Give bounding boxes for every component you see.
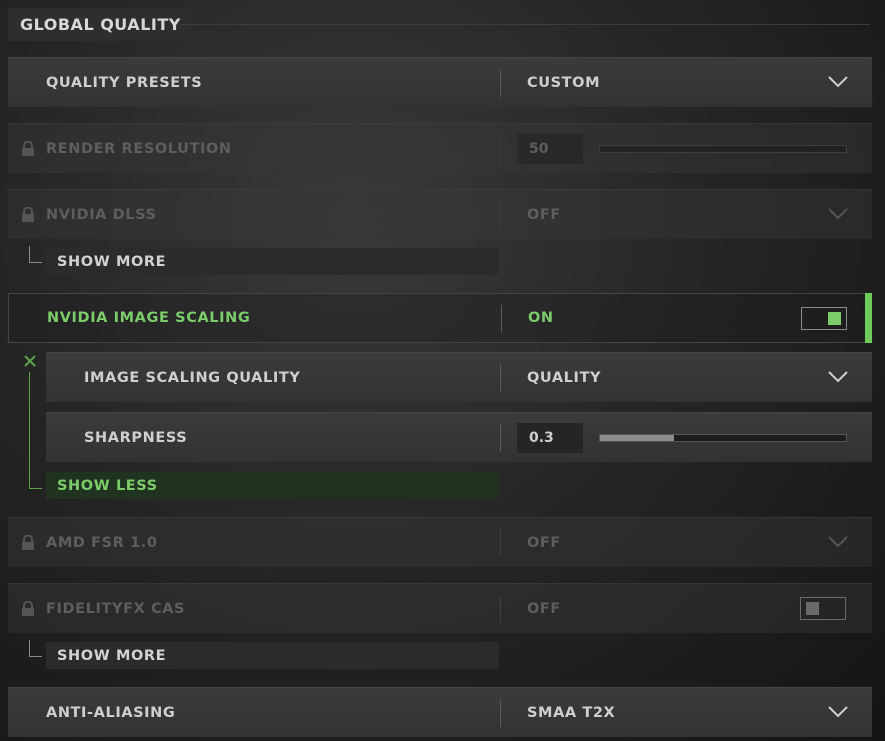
row-divider bbox=[500, 595, 501, 623]
row-divider bbox=[500, 529, 501, 557]
row-divider bbox=[500, 201, 501, 229]
quality-presets-value: CUSTOM bbox=[527, 74, 601, 91]
chevron-down-icon[interactable] bbox=[828, 76, 848, 88]
toggle-knob bbox=[806, 602, 819, 615]
fidelityfx-cas-label: FIDELITYFX CAS bbox=[46, 600, 186, 617]
sharpness-slider-fill bbox=[600, 435, 674, 441]
lock-icon bbox=[22, 141, 34, 156]
row-divider bbox=[500, 69, 501, 97]
active-indicator-bar bbox=[865, 293, 872, 343]
sharpness-value-box[interactable]: 0.3 bbox=[517, 423, 583, 453]
nvidia-image-scaling-value: ON bbox=[528, 310, 554, 326]
render-resolution-slider bbox=[599, 145, 847, 153]
amd-fsr-row: AMD FSR 1.0 OFF bbox=[8, 517, 872, 567]
row-divider bbox=[500, 364, 501, 392]
row-divider bbox=[500, 424, 501, 452]
chevron-down-icon bbox=[828, 208, 848, 220]
quality-presets-label: QUALITY PRESETS bbox=[46, 74, 203, 91]
chevron-down-icon[interactable] bbox=[828, 706, 848, 718]
anti-aliasing-label: ANTI-ALIASING bbox=[46, 704, 176, 721]
row-divider bbox=[500, 135, 501, 163]
nvidia-image-scaling-toggle[interactable] bbox=[801, 307, 847, 330]
chevron-down-icon[interactable] bbox=[828, 371, 848, 383]
lock-icon bbox=[22, 207, 34, 222]
fidelityfx-cas-row: FIDELITYFX CAS OFF bbox=[8, 583, 872, 633]
cas-show-more-button[interactable]: SHOW MORE bbox=[46, 642, 499, 669]
image-scaling-quality-value: QUALITY bbox=[527, 369, 602, 386]
dlss-show-more-button[interactable]: SHOW MORE bbox=[46, 248, 499, 275]
sharpness-label: SHARPNESS bbox=[84, 429, 188, 446]
sharpness-value: 0.3 bbox=[529, 430, 554, 446]
nvidia-dlss-value: OFF bbox=[527, 206, 561, 223]
quality-presets-row[interactable]: QUALITY PRESETS CUSTOM bbox=[8, 57, 872, 107]
lock-icon bbox=[22, 601, 34, 616]
anti-aliasing-value: SMAA T2X bbox=[527, 704, 616, 721]
render-resolution-label: RENDER RESOLUTION bbox=[46, 140, 232, 157]
fidelityfx-cas-value: OFF bbox=[527, 600, 561, 617]
nvidia-dlss-row: NVIDIA DLSS OFF bbox=[8, 189, 872, 239]
nis-show-less-button[interactable]: SHOW LESS bbox=[46, 472, 499, 499]
row-divider bbox=[500, 699, 501, 727]
nvidia-image-scaling-label: NVIDIA IMAGE SCALING bbox=[47, 310, 251, 326]
tree-connector-expanded bbox=[29, 372, 42, 489]
image-scaling-quality-label: IMAGE SCALING QUALITY bbox=[84, 369, 301, 386]
tree-connector bbox=[29, 246, 42, 263]
toggle-knob bbox=[828, 312, 841, 325]
sharpness-slider[interactable] bbox=[599, 434, 847, 442]
sharpness-row[interactable]: SHARPNESS 0.3 bbox=[46, 412, 872, 462]
render-resolution-value: 50 bbox=[529, 141, 549, 157]
nvidia-dlss-label: NVIDIA DLSS bbox=[46, 206, 157, 223]
section-title-global-quality: GLOBAL QUALITY bbox=[8, 8, 193, 41]
close-icon[interactable] bbox=[23, 354, 37, 368]
lock-icon bbox=[22, 535, 34, 550]
header-divider bbox=[180, 24, 870, 25]
render-resolution-value-box: 50 bbox=[517, 134, 583, 164]
amd-fsr-label: AMD FSR 1.0 bbox=[46, 534, 158, 551]
image-scaling-quality-row[interactable]: IMAGE SCALING QUALITY QUALITY bbox=[46, 352, 872, 402]
fidelityfx-cas-toggle bbox=[800, 597, 846, 620]
anti-aliasing-row[interactable]: ANTI-ALIASING SMAA T2X bbox=[8, 687, 872, 737]
render-resolution-row: RENDER RESOLUTION 50 bbox=[8, 123, 872, 173]
chevron-down-icon bbox=[828, 536, 848, 548]
tree-connector bbox=[29, 640, 42, 657]
amd-fsr-value: OFF bbox=[527, 534, 561, 551]
nvidia-image-scaling-row[interactable]: NVIDIA IMAGE SCALING ON bbox=[8, 293, 872, 343]
row-divider bbox=[501, 305, 502, 333]
